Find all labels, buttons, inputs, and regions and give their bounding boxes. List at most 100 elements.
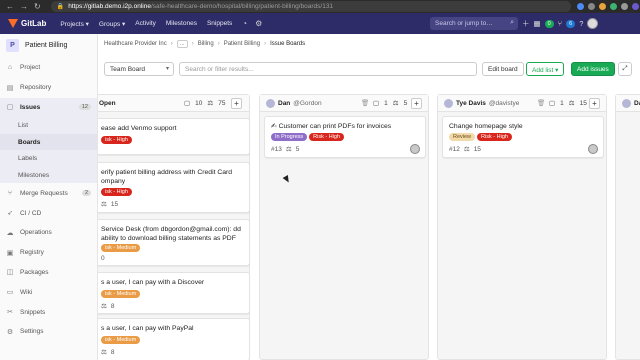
sidebar-subitem-labels[interactable]: Labels (0, 150, 97, 167)
label-badge[interactable]: isk - Medium (101, 290, 141, 298)
issue-title[interactable]: Service Desk (from dbgordon@gmail.com): … (101, 226, 243, 243)
breadcrumb-separator: › (264, 41, 267, 47)
breadcrumb-billing[interactable]: Billing (198, 41, 214, 47)
forward-icon[interactable]: → (20, 2, 28, 11)
sidebar-item-operations[interactable]: ☁ Operations (0, 223, 97, 243)
add-issues-button[interactable]: Add issues (571, 62, 615, 76)
project-avatar: P (6, 38, 19, 52)
label-badge[interactable]: isk - Medium (101, 244, 141, 252)
back-icon[interactable]: ← (6, 2, 14, 11)
label-badge[interactable]: Risk - High (477, 133, 512, 141)
plus-icon[interactable]: ＋ (522, 18, 530, 29)
trash-icon[interactable]: 🗑 (361, 99, 369, 107)
assignee-avatar[interactable] (410, 144, 420, 154)
profile-icon[interactable] (631, 3, 639, 10)
home-icon: ⌂ (7, 64, 13, 72)
issue-card[interactable]: ✍ Customer can print PDFs for invoices I… (264, 116, 426, 158)
sidebar-item-ci-cd[interactable]: ➶ CI / CD (0, 203, 97, 223)
project-header[interactable]: P Patient Billing (0, 34, 97, 56)
sidebar-item-issues[interactable]: ▢ Issues 12 (0, 97, 97, 118)
address-bar[interactable]: 🔒 https://gitlab.demo.i2p.online/safe-he… (50, 1, 571, 12)
menu-snippets[interactable]: Snippets (207, 20, 232, 28)
issue-labels: isk - Medium (101, 290, 141, 298)
issue-title[interactable]: s a user, I can pay with a Discover (101, 279, 243, 288)
global-search-input[interactable]: Search or jump to… ⌕ (430, 17, 518, 30)
issue-title[interactable]: ✍ Customer can print PDFs for invoices (271, 123, 419, 132)
breadcrumb-group[interactable]: Healthcare Provider Inc (104, 41, 167, 47)
sidebar-item-settings[interactable]: ⚙ Settings (0, 322, 97, 342)
reload-icon[interactable]: ↻ (34, 2, 41, 11)
edit-board-button[interactable]: Edit board (482, 62, 524, 76)
sidebar-item-merge-requests[interactable]: ⑂ Merge Requests 2 (0, 183, 97, 203)
sidebar-item-project[interactable]: ⌂ Project (0, 58, 97, 78)
sidebar-subitem-milestones[interactable]: Milestones (0, 167, 97, 184)
extension-icon[interactable] (598, 3, 606, 10)
menu-milestones[interactable]: Milestones (166, 20, 197, 28)
label-badge[interactable]: In Progress (271, 133, 308, 141)
user-avatar[interactable] (587, 18, 599, 29)
sidebar-subitem-boards[interactable]: Boards (0, 133, 97, 151)
sidebar-item-label: Registry (20, 249, 44, 257)
board-switcher[interactable]: Team Board ▾ (104, 62, 174, 76)
dashboard-icon[interactable]: ◔ (242, 19, 247, 28)
settings-wrench-icon[interactable]: ⚙ (255, 19, 262, 28)
sidebar-item-wiki[interactable]: ▭ Wiki (0, 282, 97, 302)
breadcrumb-expand[interactable]: … (176, 40, 188, 48)
menu-activity[interactable]: Activity (135, 20, 156, 28)
label-badge[interactable]: isk - Medium (101, 336, 141, 344)
label-badge[interactable]: Review (449, 133, 476, 141)
label-badge[interactable]: isk - High (101, 136, 132, 144)
issue-card[interactable]: Change homepage style Review Risk - High… (442, 116, 604, 158)
sidebar-item-snippets[interactable]: ✂ Snippets (0, 302, 97, 322)
issues-icon[interactable]: ▦ (534, 19, 541, 28)
add-list-button[interactable]: Add list ▾ (526, 62, 565, 76)
issue-title[interactable]: s a user, I can pay with PayPal (101, 325, 243, 334)
help-icon[interactable]: ? (579, 19, 583, 28)
issue-card[interactable]: Service Desk (from dbgordon@gmail.com): … (98, 219, 250, 266)
issue-card[interactable]: s a user, I can pay with a Discover isk … (98, 272, 250, 314)
cloud-icon: ☁ (6, 229, 14, 237)
issue-card[interactable]: ease add Venmo support isk - High (98, 118, 250, 155)
extension-icon[interactable] (620, 3, 628, 10)
list-stats: ▢ 1 ⚖ 15 (549, 99, 587, 108)
issue-card[interactable]: erify patient billing address with Credi… (98, 162, 250, 213)
todo-count-badge[interactable]: 6 (566, 19, 576, 28)
weight-icon: ⚖ (101, 303, 107, 310)
label-badge[interactable]: Risk - High (309, 133, 345, 141)
issue-title[interactable]: ease add Venmo support (101, 125, 243, 134)
sidebar-subitem-list[interactable]: List (0, 117, 97, 134)
label-badge[interactable]: isk - High (101, 188, 132, 196)
add-issue-button[interactable]: + (231, 98, 242, 109)
list-stats: ▢ 10 ⚖ 75 (184, 99, 226, 108)
issue-title[interactable]: Change homepage style (449, 123, 597, 132)
assignee-avatar[interactable] (588, 144, 598, 154)
breadcrumb-current[interactable]: Issue Boards (270, 41, 305, 47)
extension-icon[interactable] (587, 3, 595, 10)
issue-card[interactable]: s a user, I can pay with PayPal isk - Me… (98, 318, 250, 360)
gear-icon: ⚙ (6, 328, 14, 336)
sidebar-item-label: Operations (20, 229, 52, 237)
sidebar-item-packages[interactable]: ◫ Packages (0, 263, 97, 283)
menu-groups[interactable]: Groups ▾ (99, 20, 125, 28)
list-weight: 75 (218, 99, 226, 107)
list-handle: @davistye (488, 99, 520, 107)
menu-projects[interactable]: Projects ▾ (60, 20, 89, 28)
add-issue-button[interactable]: + (589, 98, 600, 109)
filter-search-input[interactable]: Search or filter results... (179, 62, 477, 76)
add-issue-button[interactable]: + (411, 98, 422, 109)
breadcrumb-project[interactable]: Patient Billing (224, 41, 260, 47)
trash-icon[interactable]: 🗑 (537, 99, 545, 107)
issue-title[interactable]: erify patient billing address with Credi… (101, 169, 243, 186)
issue-meta: ⚖ 8 (101, 302, 114, 311)
sidebar-item-repository[interactable]: ▤ Repository (0, 78, 97, 98)
sidebar-item-label: Packages (20, 268, 49, 276)
merge-request-icon[interactable]: ⑂ (558, 19, 563, 28)
sidebar-item-registry[interactable]: ▣ Registry (0, 243, 97, 263)
board-toolbar: Team Board ▾ Search or filter results...… (104, 62, 632, 76)
mr-count-badge[interactable]: 0 (544, 19, 554, 28)
extension-icon[interactable] (576, 3, 584, 10)
fullscreen-button[interactable]: ⤢ (618, 62, 632, 76)
wiki-icon: ▭ (6, 289, 14, 297)
extension-icon[interactable] (609, 3, 617, 10)
gitlab-logo[interactable]: GitLab (8, 19, 46, 28)
